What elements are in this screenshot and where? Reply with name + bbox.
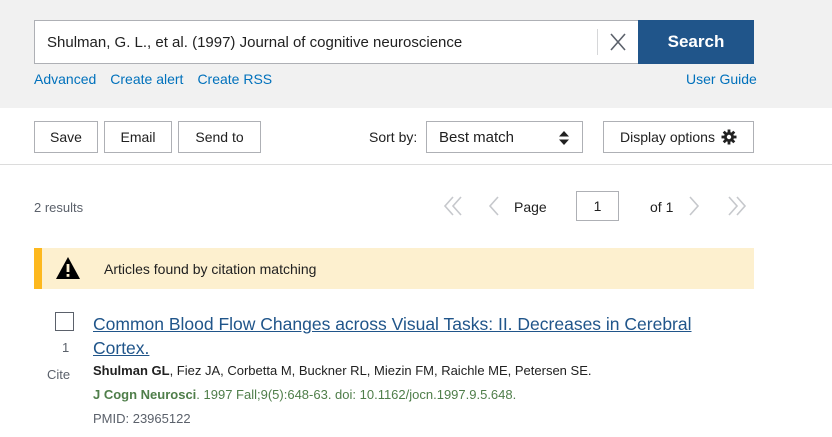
results-toolbar: Save Email Send to Sort by: Best match D… xyxy=(0,108,832,165)
first-page-icon[interactable] xyxy=(440,191,468,221)
last-page-icon[interactable] xyxy=(722,191,750,221)
result-number: 1 xyxy=(62,340,70,355)
search-sublinks: Advanced Create alert Create RSS xyxy=(34,71,286,87)
total-pages-label: of 1 xyxy=(650,199,674,215)
citation-match-alert: Articles found by citation matching xyxy=(34,248,754,289)
email-button[interactable]: Email xyxy=(104,121,172,153)
cite-button[interactable]: Cite xyxy=(47,367,70,382)
search-input[interactable] xyxy=(35,21,595,63)
page-number-input[interactable]: 1 xyxy=(576,191,619,221)
prev-page-icon[interactable] xyxy=(484,191,504,221)
result-title-link[interactable]: Common Blood Flow Changes across Visual … xyxy=(93,312,713,360)
display-options-label: Display options xyxy=(620,129,715,145)
first-author: Shulman GL xyxy=(93,363,170,378)
alert-text: Articles found by citation matching xyxy=(104,261,317,277)
citation-details: . 1997 Fall;9(5):648-63. doi: 10.1162/jo… xyxy=(196,387,517,402)
result-pmid: PMID: 23965122 xyxy=(93,411,191,426)
journal-name: J Cogn Neurosci xyxy=(93,387,197,402)
create-alert-link[interactable]: Create alert xyxy=(110,71,183,87)
send-to-button[interactable]: Send to xyxy=(178,121,261,153)
user-guide-container: User Guide xyxy=(686,71,757,87)
user-guide-link[interactable]: User Guide xyxy=(686,71,757,87)
search-box xyxy=(34,20,638,64)
result-authors: Shulman GL, Fiez JA, Corbetta M, Buckner… xyxy=(93,363,591,378)
sort-label: Sort by: xyxy=(369,129,418,145)
next-page-icon[interactable] xyxy=(684,191,704,221)
page-label: Page xyxy=(514,199,547,215)
warning-icon xyxy=(56,257,80,279)
display-options-button[interactable]: Display options xyxy=(603,121,754,153)
save-button[interactable]: Save xyxy=(34,121,98,153)
sort-value: Best match xyxy=(439,128,515,146)
sort-arrows-icon xyxy=(559,131,569,145)
result-checkbox[interactable] xyxy=(55,312,74,331)
create-rss-link[interactable]: Create RSS xyxy=(197,71,272,87)
search-band: Search Advanced Create alert Create RSS Us… xyxy=(0,0,832,108)
results-count: 2 results xyxy=(34,200,84,215)
sort-select[interactable]: Best match xyxy=(426,121,583,153)
result-citation: J Cogn Neurosci. 1997 Fall;9(5):648-63. … xyxy=(93,387,516,402)
clear-icon xyxy=(610,33,626,51)
other-authors: , Fiez JA, Corbetta M, Buckner RL, Miezi… xyxy=(169,363,592,378)
clear-search-button[interactable] xyxy=(597,29,637,55)
search-button[interactable]: Search xyxy=(638,20,754,64)
advanced-link[interactable]: Advanced xyxy=(34,71,96,87)
gear-icon xyxy=(721,129,737,145)
